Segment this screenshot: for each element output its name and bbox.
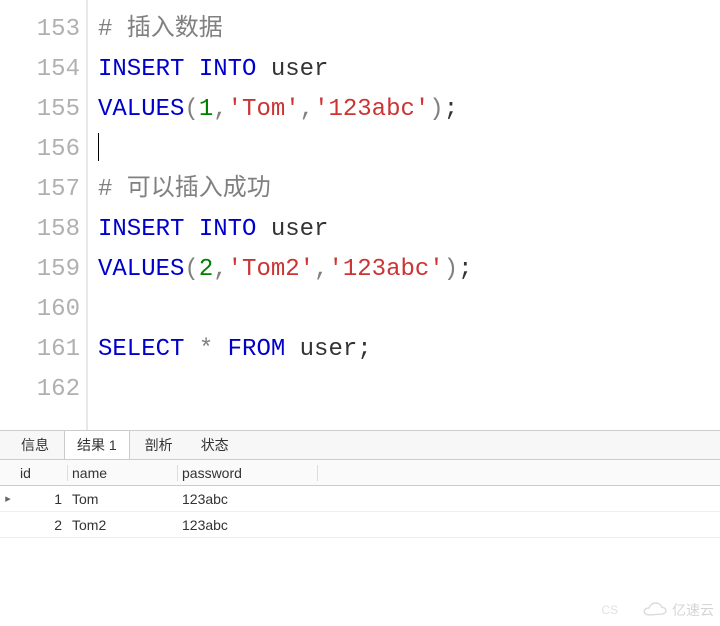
code-token: INSERT (98, 216, 184, 243)
cell-name[interactable]: Tom (68, 491, 178, 507)
code-token: 'Tom2' (228, 256, 314, 283)
code-token: FROM (228, 336, 286, 363)
code-line[interactable] (98, 0, 720, 10)
code-line[interactable] (98, 370, 720, 410)
line-number: 158 (0, 210, 80, 250)
code-token: ; (357, 336, 371, 363)
table-row[interactable]: 2Tom2123abc (0, 512, 720, 538)
code-token: VALUES (98, 96, 184, 123)
code-token: ( (184, 256, 198, 283)
code-token: user (271, 216, 329, 243)
line-number: 153 (0, 10, 80, 50)
code-token: , (314, 256, 328, 283)
code-line[interactable]: # 可以插入成功 (98, 170, 720, 210)
line-number: 161 (0, 330, 80, 370)
line-number: 156 (0, 130, 80, 170)
code-token: INTO (199, 56, 257, 83)
code-token (184, 336, 198, 363)
code-token (184, 56, 198, 83)
code-token: VALUES (98, 256, 184, 283)
code-area[interactable]: # 插入数据INSERT INTO userVALUES(1,'Tom','12… (86, 0, 720, 430)
code-token: 2 (199, 256, 213, 283)
col-header-id[interactable]: id (16, 465, 68, 481)
code-line[interactable]: SELECT * FROM user; (98, 330, 720, 370)
tab-status[interactable]: 状态 (188, 430, 242, 459)
cell-password[interactable]: 123abc (178, 517, 318, 533)
code-line[interactable]: VALUES(2,'Tom2','123abc'); (98, 250, 720, 290)
line-number: 154 (0, 50, 80, 90)
code-token: user (300, 336, 358, 363)
line-number: 155 (0, 90, 80, 130)
code-token: INTO (199, 216, 257, 243)
code-line[interactable] (98, 290, 720, 330)
code-line[interactable]: VALUES(1,'Tom','123abc'); (98, 90, 720, 130)
cell-password[interactable]: 123abc (178, 491, 318, 507)
code-token: SELECT (98, 336, 184, 363)
code-line[interactable]: INSERT INTO user (98, 210, 720, 250)
tab-result-1[interactable]: 结果 1 (64, 430, 130, 459)
code-token (256, 216, 270, 243)
code-token: ; (458, 256, 472, 283)
code-token: ; (444, 96, 458, 123)
code-token: , (213, 256, 227, 283)
code-line[interactable]: # 插入数据 (98, 10, 720, 50)
code-token: * (199, 336, 213, 363)
line-gutter: 152153154155156157158159160161162 (0, 0, 86, 430)
cloud-icon (640, 601, 668, 619)
row-handle[interactable]: ▸ (0, 492, 16, 505)
watermark-cs: CS (601, 603, 618, 617)
grid-header: id name password (0, 460, 720, 486)
line-number: 160 (0, 290, 80, 330)
cell-name[interactable]: Tom2 (68, 517, 178, 533)
tab-info[interactable]: 信息 (8, 430, 62, 459)
code-token: 1 (199, 96, 213, 123)
code-token: # 插入数据 (98, 16, 223, 43)
code-token: , (300, 96, 314, 123)
line-number: 162 (0, 370, 80, 410)
code-token: , (213, 96, 227, 123)
tab-profile[interactable]: 剖析 (132, 430, 186, 459)
code-token: 'Tom' (228, 96, 300, 123)
code-token (184, 216, 198, 243)
code-token: '123abc' (314, 96, 429, 123)
line-number: 159 (0, 250, 80, 290)
code-token: ( (184, 96, 198, 123)
cell-id[interactable]: 1 (16, 491, 68, 507)
code-token: user (271, 56, 329, 83)
code-token: ) (429, 96, 443, 123)
watermark-brand: 亿速云 (672, 600, 714, 620)
results-grid[interactable]: id name password ▸1Tom123abc2Tom2123abc (0, 459, 720, 538)
watermark: CS 亿速云 (601, 600, 714, 620)
code-token: '123abc' (328, 256, 443, 283)
table-row[interactable]: ▸1Tom123abc (0, 486, 720, 512)
code-token: INSERT (98, 56, 184, 83)
results-panel: 信息 结果 1 剖析 状态 id name password ▸1Tom123a… (0, 430, 720, 538)
code-token (256, 56, 270, 83)
code-token: ) (444, 256, 458, 283)
cell-id[interactable]: 2 (16, 517, 68, 533)
code-token (285, 336, 299, 363)
code-line[interactable] (98, 130, 720, 170)
results-tabs: 信息 结果 1 剖析 状态 (0, 431, 720, 459)
code-token: # 可以插入成功 (98, 176, 271, 203)
text-caret (98, 133, 99, 161)
code-token (213, 336, 227, 363)
col-header-name[interactable]: name (68, 465, 178, 481)
code-line[interactable]: INSERT INTO user (98, 50, 720, 90)
code-editor[interactable]: 152153154155156157158159160161162 # 插入数据… (0, 0, 720, 430)
col-header-password[interactable]: password (178, 465, 318, 481)
line-number: 157 (0, 170, 80, 210)
